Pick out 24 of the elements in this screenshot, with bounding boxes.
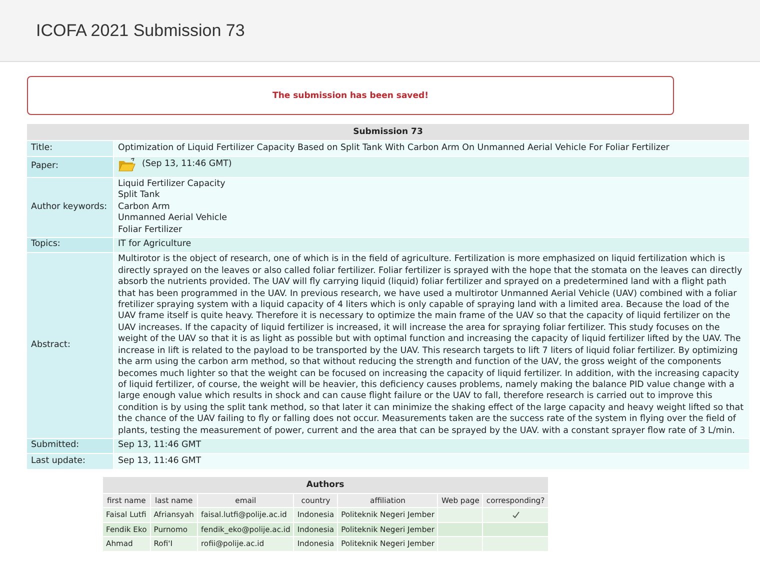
- field-value: Optimization of Liquid Fertilizer Capacity Based on Split Tank With Carbon Arm On Unmanned Aerial Vehicle For Foliar Fertilizer: [114, 141, 749, 156]
- message-box: The submission has been saved!: [27, 76, 674, 115]
- folder-icon[interactable]: [118, 158, 136, 172]
- field-label: Topics:: [27, 238, 113, 252]
- table-heading: Authors: [103, 476, 548, 493]
- keyword: Split Tank: [118, 190, 161, 202]
- field-value: Sep 13, 11:46 GMT: [114, 438, 749, 454]
- table-heading: Submission 73: [27, 124, 749, 140]
- field-label: Last update:: [27, 454, 113, 469]
- page-title: ICOFA 2021 Submission 73: [36, 20, 245, 40]
- keyword: Unmanned Aerial Vehicle: [118, 213, 228, 225]
- field-label: Abstract:: [27, 253, 113, 438]
- check-icon: [512, 511, 520, 520]
- field-value: Sep 13, 11:46 GMT: [114, 454, 749, 469]
- field-label: Paper:: [27, 156, 113, 177]
- keyword: Liquid Fertilizer Capacity: [118, 178, 226, 190]
- field-label: Title:: [27, 141, 113, 156]
- field-label: Author keywords:: [27, 178, 113, 237]
- keyword: Carbon Arm: [118, 202, 171, 213]
- field-value: Multirotor is the object of research, one of which is in the field of agriculture. Fertilization is more emphasized on liquid fertilization which is directly sprayed on the leaves or also called foliar fertilizer. Foliar fertilizer is sprayed with the hope that the stomata on the leaves can directly absorb the nutrients provided. The UAV will fly carrying liquid (liquid) foliar fertilizer and sprayed on a predetermined land with a flight path that has been programmed in the UAV. In previous research, we have used a multirotor Unmanned Aerial Vehicle (UAV) combined with a foliar fretilizer spraying system with a liquid capacity of 4 liters which is only capable of spraying land with a limited area. Because the load of the UAV frame itself is quite heavy. Therefore it is necessary to optimize the main frame of the UAV so that the capacity of liquid fertilizer on the UAV increases. If the capacity of liquid fertilizer is increased, it will increase the area for spraying foliar fertilizer. This study focuses on the weight of the UAV so that it is as light as possible but with optimal function and increasing the capacity of liquid fertilizer lifted by the UAV. The increase in lift is related to the payload to be transported by the UAV. This research targets to lift 7 liters of liquid foliar fertilizer. By optimizing the arm using the carbon arm method, so that without reducing the strength and function of the UAV, the gross weight of the components becomes much lighter so that the weight can be focused on increasing the capacity of liquid fertilizer. In addition, with the increasing capacity of liquid fertilizer, of course, the weight will be heavier, this deficiency causes problems, namely making the balance PID value change with a large enough value which results in shock and can cause flight failure or the UAV to fall, therefore research is carried out to improve this condition is by using the split tank method, so that later it can minimize the shaking effect of the large capacity and heavy weight lifted so that the chance of the UAV failing to fly or falling does not occur. Measurements taken are the success rate of the system in flying over the field of plants, testing the measurement of power, current and the area that can be sprayed by the UAV. with a constant sprayer flow rate of 3 L/min.: [114, 253, 749, 438]
- field-label: Submitted:: [27, 438, 113, 454]
- field-value: IT for Agriculture: [114, 238, 749, 252]
- keyword: Foliar Fertilizer: [118, 224, 184, 236]
- field-value: (Sep 13, 11:46 GMT): [142, 158, 232, 170]
